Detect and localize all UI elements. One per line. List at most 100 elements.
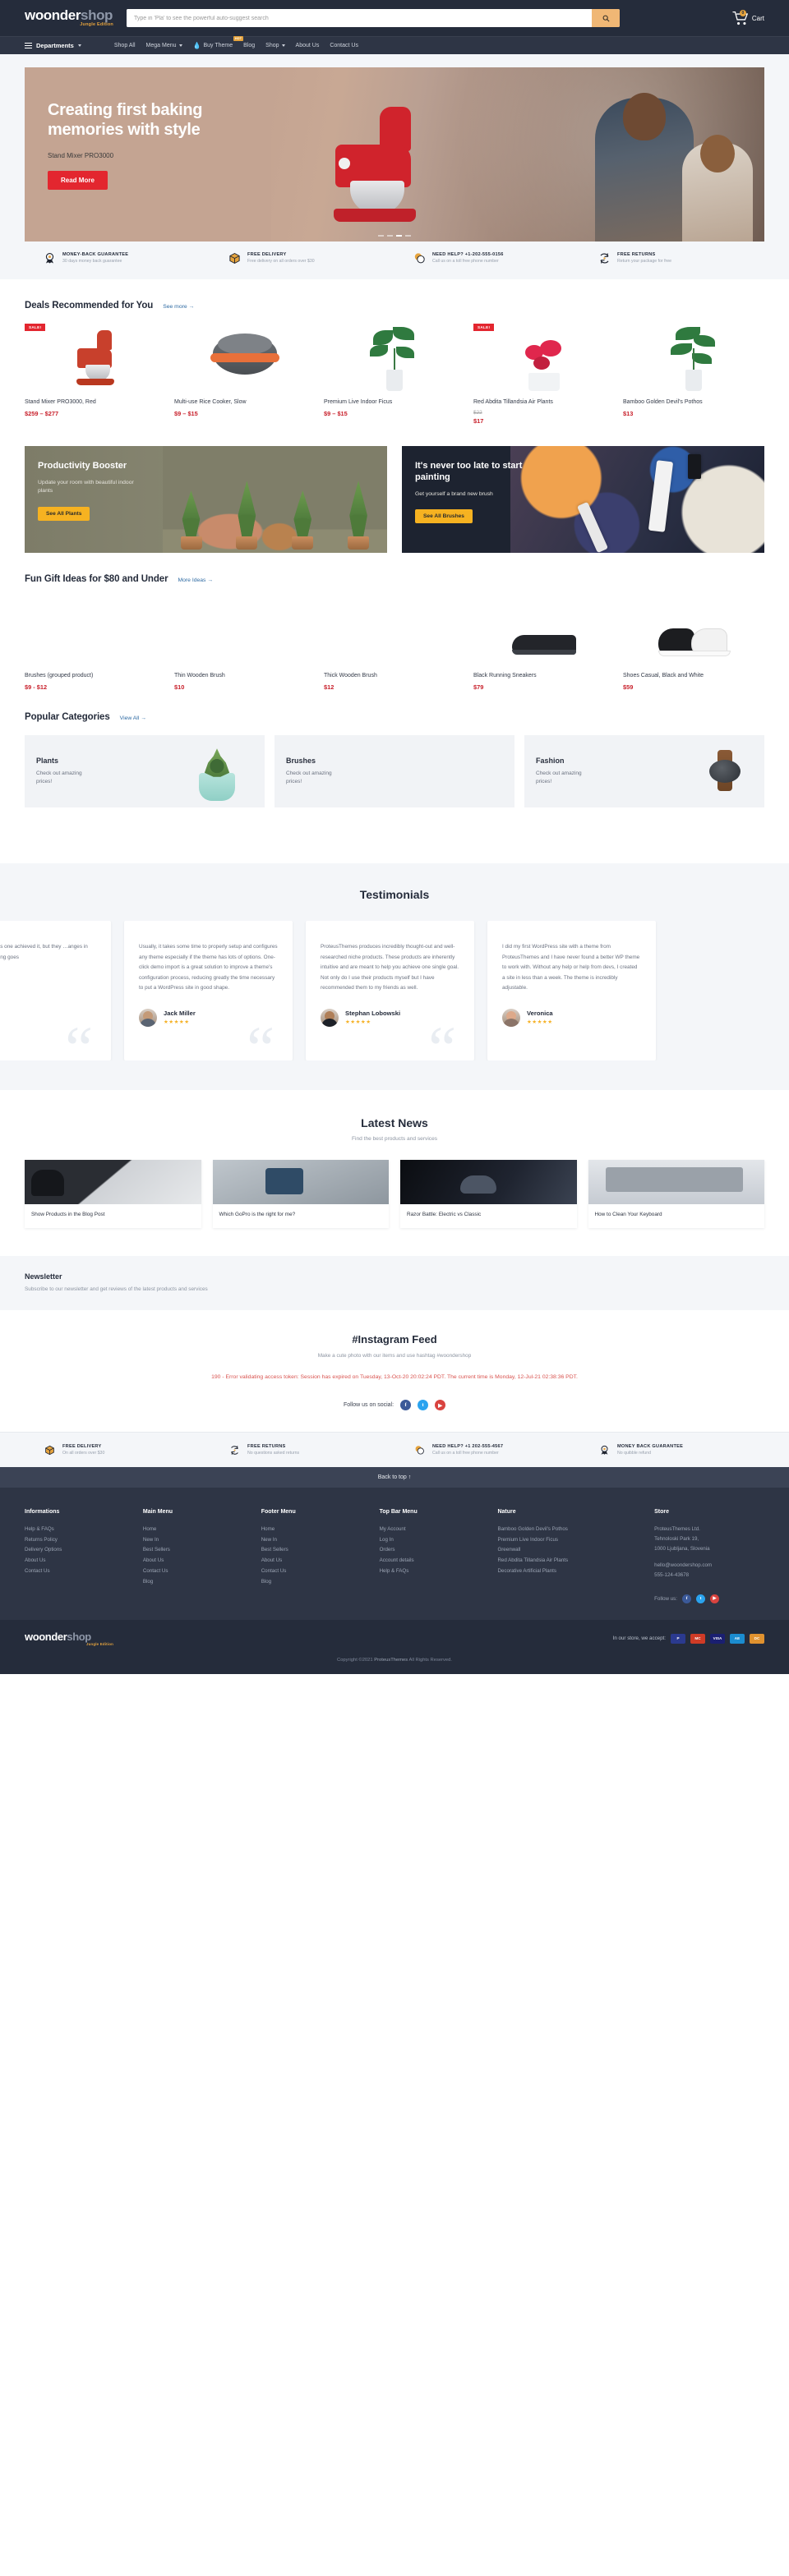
footer-link[interactable]: Red Abdita Tillandsia Air Plants	[497, 1556, 646, 1566]
footer-link[interactable]: Bamboo Golden Devil's Pothos	[497, 1525, 646, 1535]
nav-item-contact-us[interactable]: Contact Us	[330, 43, 358, 48]
slider-dot[interactable]	[378, 235, 384, 237]
footer-link[interactable]: New In	[143, 1535, 253, 1546]
testimonials-carousel[interactable]: …re so well built as one achieved it, bu…	[0, 921, 789, 1061]
search-button[interactable]	[592, 9, 620, 27]
site-logo[interactable]: woondershop Jungle Edition	[25, 8, 115, 28]
footer-link[interactable]: Blog	[261, 1577, 371, 1588]
footer-link[interactable]: Delivery Options	[25, 1545, 135, 1556]
product-card[interactable]: Bamboo Golden Devil's Pothos $13	[623, 324, 764, 425]
deals-see-more-link[interactable]: See more →	[163, 304, 194, 310]
product-name[interactable]: Premium Live Indoor Ficus	[324, 398, 465, 406]
testimonial-card[interactable]: Usually, it takes some time to properly …	[124, 921, 293, 1061]
departments-menu-button[interactable]: Departments	[25, 42, 81, 49]
hero-slider[interactable]: Creating first baking memories with styl…	[25, 67, 764, 242]
category-card-plants[interactable]: Plants Check out amazing prices!	[25, 735, 265, 808]
promo-banner-plants[interactable]: Productivity Booster Update your room wi…	[25, 446, 387, 554]
product-name[interactable]: Red Abdita Tillandsia Air Plants	[473, 398, 615, 406]
product-name[interactable]: Multi-use Rice Cooker, Slow	[174, 398, 316, 406]
twitter-icon[interactable]: t	[418, 1400, 429, 1411]
hero-read-more-button[interactable]: Read More	[48, 170, 108, 190]
hero-slider-dots[interactable]	[378, 235, 411, 237]
promo-banner-painting[interactable]: It's never too late to start painting Ge…	[402, 446, 764, 554]
footer-link[interactable]: Home	[143, 1525, 253, 1535]
product-card[interactable]: Brushes (grouped product) $9 - $12	[25, 597, 166, 691]
product-card[interactable]: Thin Wooden Brush $10	[174, 597, 316, 691]
product-card[interactable]: Black Running Sneakers $79	[473, 597, 615, 691]
news-card[interactable]: How to Clean Your Keyboard	[588, 1160, 765, 1229]
youtube-icon[interactable]: ▶	[435, 1400, 446, 1411]
nav-item-blog[interactable]: Blog	[243, 43, 255, 48]
copyright-link[interactable]: ProteusThemes	[374, 1658, 408, 1663]
cart-button[interactable]: 0 Cart	[724, 10, 764, 25]
product-image[interactable]	[473, 597, 615, 665]
product-name[interactable]: Bamboo Golden Devil's Pothos	[623, 398, 764, 406]
slider-dot[interactable]	[405, 235, 411, 237]
product-image[interactable]	[473, 324, 615, 391]
news-card[interactable]: Which GoPro is the right for me?	[212, 1160, 390, 1229]
footer-link[interactable]: Premium Live Indoor Ficus	[497, 1535, 646, 1546]
categories-view-all-link[interactable]: View All →	[120, 715, 146, 721]
youtube-icon[interactable]: ▶	[710, 1594, 719, 1603]
category-card-fashion[interactable]: Fashion Check out amazing prices!	[524, 735, 764, 808]
footer-link[interactable]: Account details	[380, 1556, 490, 1566]
product-card[interactable]: SALE! Stand Mixer PRO3000, Red $259 – $2…	[25, 324, 166, 425]
footer-link[interactable]: Decorative Artificial Plants	[497, 1566, 646, 1577]
facebook-icon[interactable]: f	[682, 1594, 691, 1603]
footer-link[interactable]: Contact Us	[143, 1566, 253, 1577]
nav-item-about-us[interactable]: About Us	[296, 43, 320, 48]
slider-dot-active[interactable]	[396, 235, 402, 237]
product-name[interactable]: Brushes (grouped product)	[25, 672, 166, 679]
product-image[interactable]	[623, 324, 764, 391]
search-bar[interactable]	[127, 9, 620, 27]
news-caption[interactable]: Show Products in the Blog Post	[25, 1204, 201, 1228]
footer-link[interactable]: Greenwall	[497, 1545, 646, 1556]
see-all-brushes-button[interactable]: See All Brushes	[415, 509, 473, 524]
store-email[interactable]: hello@woondershop.com	[654, 1561, 764, 1571]
footer-link[interactable]: Home	[261, 1525, 371, 1535]
back-to-top-button[interactable]: Back to top ↑	[0, 1467, 789, 1488]
product-name[interactable]: Stand Mixer PRO3000, Red	[25, 398, 166, 406]
see-all-plants-button[interactable]: See All Plants	[38, 506, 90, 521]
product-card[interactable]: SALE! Red Abdita Tillandsia Air Plants $…	[473, 324, 615, 425]
news-caption[interactable]: Which GoPro is the right for me?	[213, 1204, 390, 1228]
footer-logo[interactable]: woondershop Jungle Edition	[25, 1631, 115, 1646]
testimonial-card[interactable]: …re so well built as one achieved it, bu…	[0, 921, 111, 1061]
product-image[interactable]	[174, 597, 316, 665]
product-name[interactable]: Thin Wooden Brush	[174, 672, 316, 679]
product-image[interactable]	[25, 597, 166, 665]
product-name[interactable]: Shoes Casual, Black and White	[623, 672, 764, 679]
product-card[interactable]: Thick Wooden Brush $12	[324, 597, 465, 691]
nav-item-shop-all[interactable]: Shop All	[114, 43, 136, 48]
news-caption[interactable]: How to Clean Your Keyboard	[588, 1204, 765, 1228]
product-card[interactable]: Multi-use Rice Cooker, Slow $9 – $15	[174, 324, 316, 425]
footer-link[interactable]: Help & FAQs	[25, 1525, 135, 1535]
testimonial-card[interactable]: I did my first WordPress site with a the…	[487, 921, 656, 1061]
store-phone[interactable]: 555-124-43678	[654, 1571, 764, 1580]
gifts-more-ideas-link[interactable]: More Ideas →	[178, 577, 213, 583]
nav-item-buy-theme[interactable]: 💧 Buy Theme HOT	[193, 36, 244, 49]
footer-link[interactable]: Returns Policy	[25, 1535, 135, 1546]
footer-link[interactable]: About Us	[143, 1556, 253, 1566]
category-card-brushes[interactable]: Brushes Check out amazing prices!	[275, 735, 514, 808]
nav-item-shop[interactable]: Shop	[265, 43, 285, 48]
product-name[interactable]: Black Running Sneakers	[473, 672, 615, 679]
product-image[interactable]	[324, 324, 465, 391]
facebook-icon[interactable]: f	[400, 1400, 412, 1411]
footer-link[interactable]: Blog	[143, 1577, 253, 1588]
news-card[interactable]: Razor Battle: Electric vs Classic	[400, 1160, 577, 1229]
footer-link[interactable]: New In	[261, 1535, 371, 1546]
footer-link[interactable]: Best Sellers	[261, 1545, 371, 1556]
product-name[interactable]: Thick Wooden Brush	[324, 672, 465, 679]
product-card[interactable]: Shoes Casual, Black and White $59	[623, 597, 764, 691]
news-card[interactable]: Show Products in the Blog Post	[25, 1160, 201, 1229]
search-input[interactable]	[127, 9, 592, 27]
twitter-icon[interactable]: t	[696, 1594, 705, 1603]
product-image[interactable]	[25, 324, 166, 391]
slider-dot[interactable]	[387, 235, 393, 237]
product-image[interactable]	[324, 597, 465, 665]
testimonial-card[interactable]: ProteusThemes produces incredibly though…	[306, 921, 474, 1061]
product-image[interactable]	[623, 597, 764, 665]
footer-link[interactable]: Orders	[380, 1545, 490, 1556]
footer-link[interactable]: About Us	[261, 1556, 371, 1566]
